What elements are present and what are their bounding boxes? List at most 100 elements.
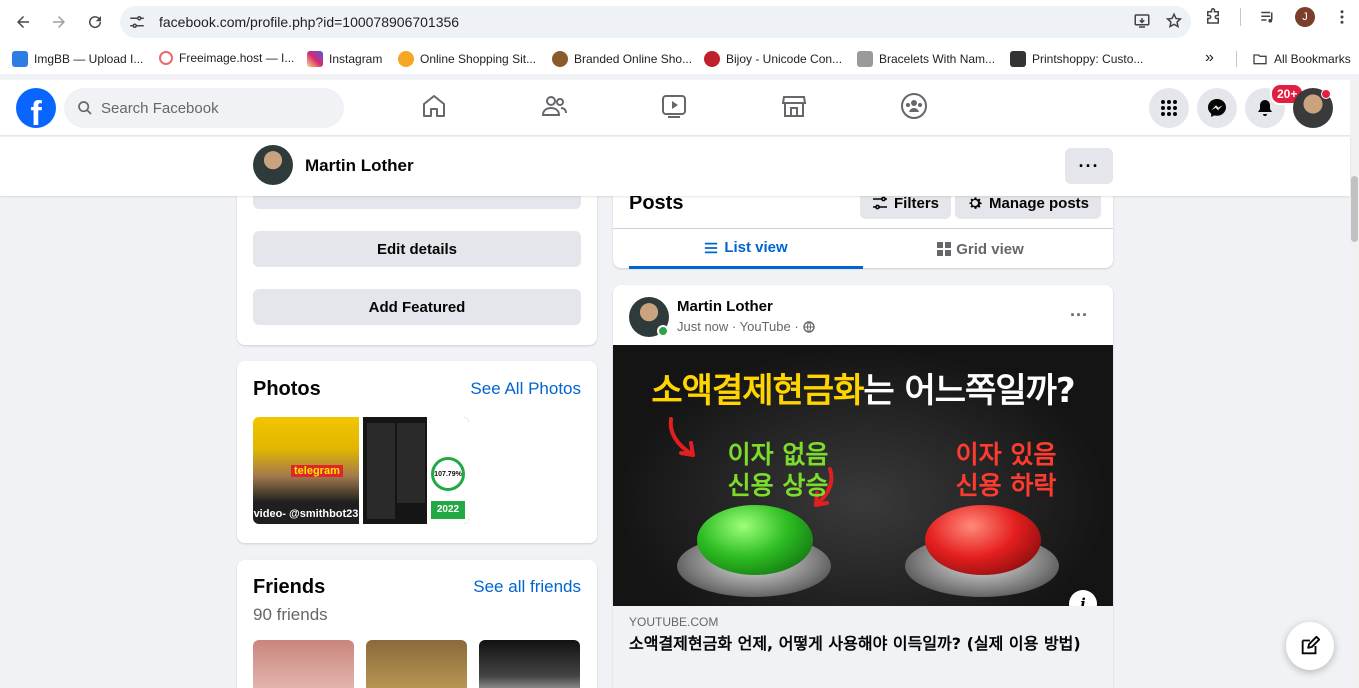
back-button[interactable] bbox=[8, 7, 38, 37]
arrow-right-icon bbox=[53, 16, 65, 28]
bookmark-label: Freeimage.host — I... bbox=[179, 51, 295, 65]
nav-groups[interactable] bbox=[900, 92, 932, 124]
address-bar[interactable]: facebook.com/profile.php?id=100078906701… bbox=[120, 6, 1191, 38]
bookmark-label: Bracelets With Nam... bbox=[879, 52, 996, 66]
globe-icon bbox=[802, 320, 815, 333]
nav-home[interactable] bbox=[420, 92, 452, 124]
forward-button[interactable] bbox=[44, 7, 74, 37]
marketplace-icon bbox=[781, 96, 807, 117]
profile-name[interactable]: Martin Lother bbox=[305, 156, 414, 176]
post-author-name[interactable]: Martin Lother bbox=[677, 298, 773, 315]
bookmark-label: Branded Online Sho... bbox=[574, 52, 693, 66]
browser-toolbar: facebook.com/profile.php?id=100078906701… bbox=[0, 0, 1359, 44]
grid-menu-icon bbox=[1161, 100, 1177, 116]
link-preview[interactable]: YOUTUBE.COM 소액결제현금화 언제, 어떻게 사용해야 이득일까? (… bbox=[613, 606, 1113, 688]
add-featured-button[interactable]: Add Featured bbox=[253, 289, 581, 325]
left-label: 이자 없음 신용 상승 bbox=[703, 439, 853, 501]
link-domain: YOUTUBE.COM bbox=[629, 615, 719, 629]
home-icon bbox=[423, 95, 445, 117]
bracelets-icon bbox=[857, 51, 873, 67]
left-label-line1: 이자 없음 bbox=[727, 440, 829, 469]
post-meta: Just now · YouTube · bbox=[677, 319, 815, 334]
extensions-icon[interactable] bbox=[1204, 8, 1222, 26]
friend-photo[interactable] bbox=[366, 640, 467, 688]
scrollbar-thumb[interactable] bbox=[1351, 176, 1358, 242]
post-link-image[interactable]: 소액결제현금화는 어느쪽일까? 이자 없음 신용 상승 이자 있음 신용 하락 … bbox=[613, 345, 1113, 606]
photo-year-label: 2022 bbox=[431, 501, 465, 519]
bookmark-item[interactable]: Branded Online Sho... bbox=[552, 51, 692, 67]
bookmarks-bar: ImgBB — Upload I... Freeimage.host — I..… bbox=[0, 44, 1359, 74]
bookmark-item[interactable]: Bracelets With Nam... bbox=[857, 51, 995, 67]
photo-percent-ring: 107.79% bbox=[431, 457, 465, 491]
bookmark-item[interactable]: Instagram bbox=[307, 51, 382, 67]
bookmark-item[interactable]: ImgBB — Upload I... bbox=[12, 51, 143, 67]
star-bookmark-icon[interactable] bbox=[1165, 12, 1183, 30]
all-bookmarks-button[interactable]: All Bookmarks bbox=[1252, 51, 1351, 67]
red-button bbox=[925, 505, 1041, 575]
messenger-icon bbox=[1208, 99, 1226, 117]
grid-view-label: Grid view bbox=[956, 240, 1024, 258]
manage-posts-label: Manage posts bbox=[989, 194, 1090, 212]
nav-marketplace[interactable] bbox=[780, 92, 812, 124]
intro-card: Add bio Edit details Add Featured bbox=[237, 170, 597, 345]
bookmark-label: Printshoppy: Custo... bbox=[1032, 52, 1144, 66]
post-meta-text[interactable]: Just now · YouTube · bbox=[677, 319, 799, 334]
bookmark-label: ImgBB — Upload I... bbox=[34, 52, 144, 66]
photo-thumbnail[interactable]: 107.79% 2022 bbox=[363, 417, 469, 524]
more-bookmarks-button[interactable]: » bbox=[1205, 49, 1214, 67]
friend-photo[interactable] bbox=[479, 640, 580, 688]
media-headline: 소액결제현금화는 어느쪽일까? bbox=[613, 363, 1113, 412]
red-arrow-icon bbox=[668, 417, 695, 457]
nav-video[interactable] bbox=[660, 92, 692, 124]
nav-friends[interactable] bbox=[540, 92, 572, 124]
tab-grid-view[interactable]: Grid view bbox=[863, 229, 1097, 269]
friend-photo[interactable] bbox=[253, 640, 354, 688]
facebook-header: f 20+ bbox=[0, 80, 1350, 136]
bookmark-item[interactable]: Freeimage.host — I... bbox=[159, 51, 294, 65]
bookmark-label: Online Shopping Sit... bbox=[420, 52, 537, 66]
menu-button[interactable] bbox=[1149, 88, 1189, 128]
photo-thumbnail[interactable]: telegram video- @smithbot23 bbox=[253, 417, 359, 524]
groups-icon bbox=[901, 93, 927, 119]
bookmark-item[interactable]: Printshoppy: Custo... bbox=[1010, 51, 1143, 67]
site-settings-icon[interactable] bbox=[128, 13, 146, 31]
photo-chart-column bbox=[367, 423, 395, 519]
right-label-line2: 신용 하락 bbox=[955, 471, 1057, 500]
new-message-button[interactable] bbox=[1286, 622, 1334, 670]
post-more-button[interactable]: ··· bbox=[1061, 297, 1097, 333]
photos-title: Photos bbox=[253, 378, 321, 400]
see-all-photos-link[interactable]: See All Photos bbox=[470, 379, 581, 399]
list-view-label: List view bbox=[724, 239, 788, 256]
tab-list-view[interactable]: List view bbox=[629, 229, 863, 269]
profile-sticky-bar: Martin Lother ··· bbox=[0, 137, 1350, 196]
freeimage-icon bbox=[159, 51, 173, 65]
profile-avatar[interactable] bbox=[253, 145, 293, 185]
right-label: 이자 있음 신용 하락 bbox=[931, 439, 1081, 501]
install-app-icon[interactable] bbox=[1133, 12, 1151, 30]
bookmark-item[interactable]: Bijoy - Unicode Con... bbox=[704, 51, 842, 67]
browser-profile-avatar[interactable]: J bbox=[1295, 7, 1315, 27]
info-icon[interactable]: i bbox=[1069, 590, 1097, 606]
photo-caption: video- @smithbot23 bbox=[253, 508, 359, 520]
messenger-button[interactable] bbox=[1197, 88, 1237, 128]
search-box[interactable] bbox=[64, 88, 344, 128]
printshoppy-icon bbox=[1010, 51, 1026, 67]
reload-button[interactable] bbox=[80, 7, 110, 37]
see-all-friends-link[interactable]: See all friends bbox=[473, 577, 581, 597]
link-title: 소액결제현금화 언제, 어떻게 사용해야 이득일까? (실제 이용 방법) bbox=[629, 634, 1081, 653]
facebook-logo-icon[interactable]: f bbox=[16, 88, 56, 128]
profile-more-button[interactable]: ··· bbox=[1065, 148, 1113, 184]
bookmark-label: Bijoy - Unicode Con... bbox=[726, 52, 843, 66]
grid-icon bbox=[937, 242, 952, 256]
browser-menu-icon[interactable] bbox=[1333, 8, 1351, 26]
bookmark-item[interactable]: Online Shopping Sit... bbox=[398, 51, 536, 67]
shopping-site-icon bbox=[398, 51, 414, 67]
url-text[interactable]: facebook.com/profile.php?id=100078906701… bbox=[159, 14, 459, 30]
media-controls-icon[interactable] bbox=[1259, 8, 1277, 26]
green-button bbox=[697, 505, 813, 575]
edit-details-button[interactable]: Edit details bbox=[253, 231, 581, 267]
toolbar-divider bbox=[1240, 8, 1241, 26]
search-input[interactable] bbox=[101, 99, 321, 117]
instagram-icon bbox=[307, 51, 323, 67]
page-scrollbar[interactable] bbox=[1350, 80, 1359, 688]
